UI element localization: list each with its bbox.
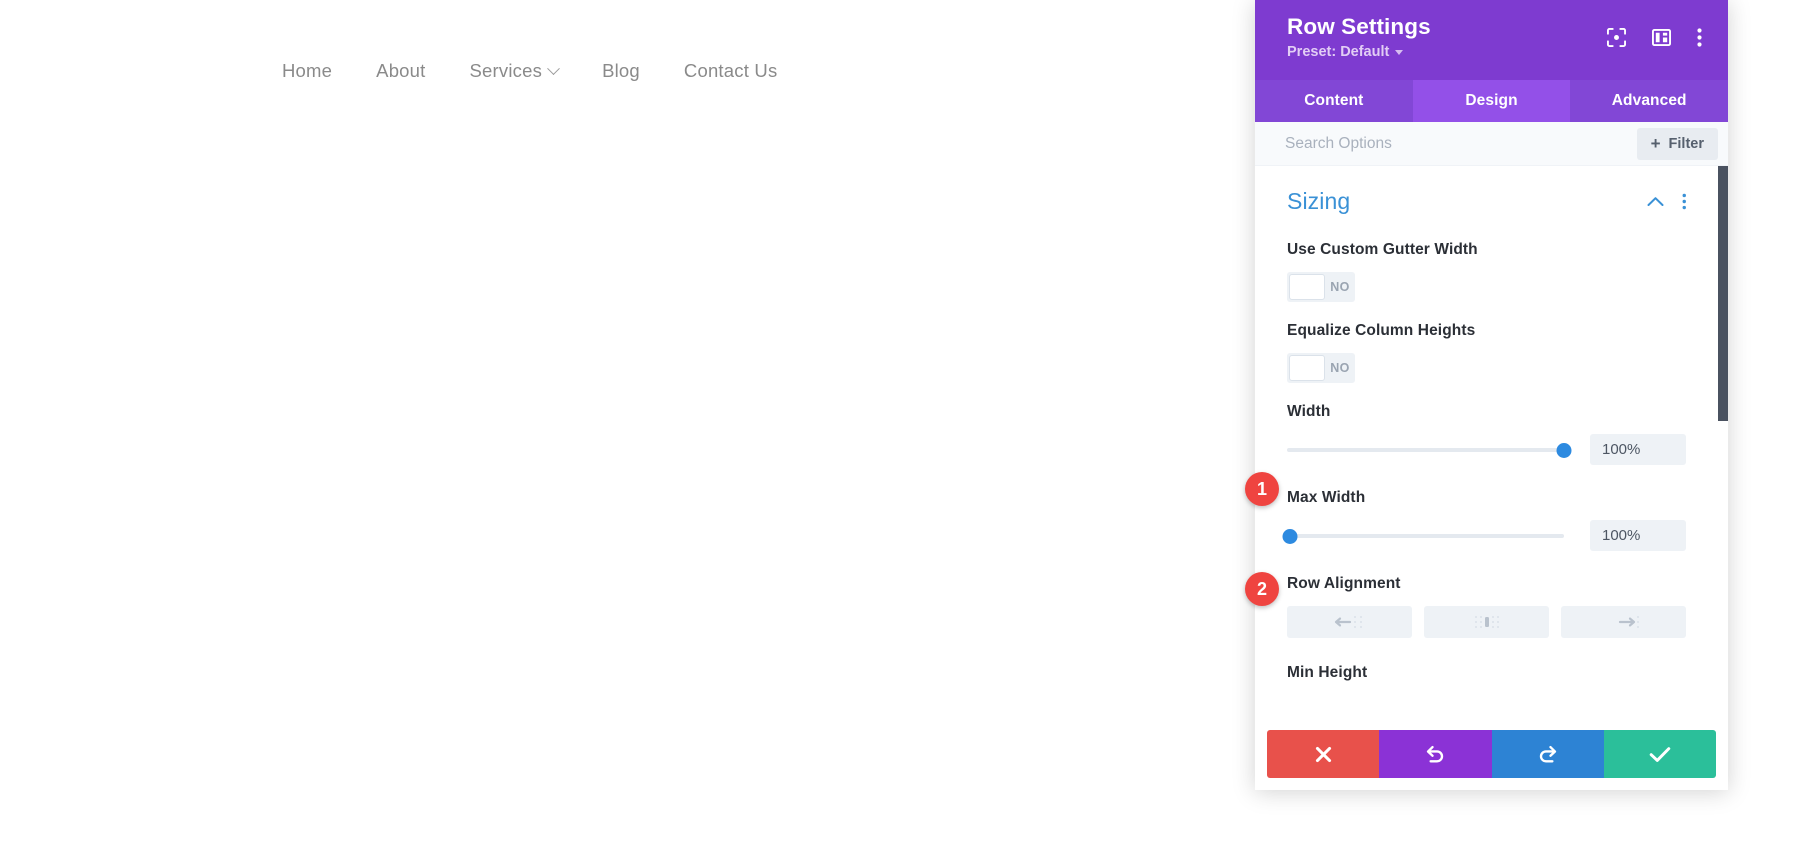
scrollbar-thumb[interactable]	[1718, 166, 1728, 421]
modal-header-actions	[1607, 28, 1702, 47]
options-scrollbar[interactable]	[1718, 166, 1728, 730]
max-width-value-input[interactable]: 100%	[1590, 520, 1686, 551]
cancel-button[interactable]	[1267, 730, 1380, 778]
chevron-down-icon	[547, 61, 560, 75]
undo-arrow-icon	[1425, 744, 1445, 764]
save-button[interactable]	[1603, 730, 1716, 778]
align-right-button[interactable]	[1561, 606, 1686, 638]
search-input[interactable]	[1285, 134, 1637, 153]
nav-item-label: Home	[282, 60, 333, 81]
plus-icon: +	[1650, 133, 1661, 153]
nav-item-contact-us[interactable]: Contact Us	[662, 60, 800, 82]
toggle-knob	[1289, 355, 1325, 381]
modal-header-titles: Row Settings Preset: Default	[1287, 12, 1431, 60]
field-use-custom-gutter-width: Use Custom Gutter Width NO	[1287, 241, 1686, 302]
slider-track	[1287, 533, 1564, 538]
width-slider[interactable]	[1287, 439, 1572, 461]
redo-button[interactable]	[1491, 730, 1604, 778]
nav-item-blog[interactable]: Blog	[580, 60, 662, 82]
section-sizing-header: Sizing	[1287, 188, 1686, 215]
layout-panel-icon[interactable]	[1652, 28, 1671, 47]
field-min-height: Min Height	[1287, 664, 1686, 682]
modal-tabs: Content Design Advanced	[1255, 80, 1728, 122]
options-scroll-area: Sizing Use Custom Gutter Width NO Equali…	[1255, 166, 1728, 730]
max-width-slider[interactable]	[1282, 525, 1564, 547]
toggle-equalize-column-heights[interactable]: NO	[1287, 353, 1355, 383]
modal-action-bar	[1267, 730, 1716, 778]
row-alignment-group	[1287, 606, 1686, 638]
checkmark-icon	[1649, 746, 1671, 763]
width-value-input[interactable]: 100%	[1590, 434, 1686, 465]
toggle-value: NO	[1330, 361, 1350, 375]
more-vertical-icon[interactable]	[1697, 28, 1702, 47]
slider-thumb[interactable]	[1282, 528, 1298, 544]
nav-item-label: Contact Us	[683, 60, 778, 81]
field-label: Max Width	[1287, 489, 1366, 506]
max-width-control-row: 100%	[1282, 520, 1686, 551]
chevron-down-icon	[1395, 49, 1404, 55]
nav-item-home[interactable]: Home	[282, 60, 354, 82]
field-label: Row Alignment	[1287, 575, 1401, 592]
redo-arrow-icon	[1538, 744, 1558, 764]
page-title: Row Settings	[1287, 14, 1431, 39]
slider-track	[1287, 447, 1564, 452]
site-primary-nav: Home About Services Blog Contact Us	[282, 60, 799, 82]
focus-target-icon[interactable]	[1607, 28, 1626, 47]
modal-header: Row Settings Preset: Default	[1255, 0, 1728, 80]
filter-button-label: Filter	[1668, 135, 1704, 152]
screen-root: Home About Services Blog Contact Us Row …	[0, 0, 1800, 844]
filter-button[interactable]: + Filter	[1636, 127, 1718, 160]
nav-item-label: Blog	[602, 60, 640, 81]
field-max-width: Max Width 100%	[1282, 489, 1686, 551]
nav-item-label: Services	[469, 60, 543, 81]
step-badge-1: 1	[1245, 472, 1279, 506]
align-left-button[interactable]	[1287, 606, 1412, 638]
toggle-use-custom-gutter-width[interactable]: NO	[1287, 272, 1355, 302]
options-list: Sizing Use Custom Gutter Width NO Equali…	[1255, 166, 1728, 702]
field-label: Width	[1287, 403, 1331, 420]
field-width: Width 100%	[1287, 403, 1686, 465]
close-x-icon	[1315, 746, 1332, 763]
nav-item-about[interactable]: About	[354, 60, 447, 82]
section-tools	[1647, 193, 1687, 210]
align-center-button[interactable]	[1424, 606, 1549, 638]
toggle-value: NO	[1330, 280, 1350, 294]
tab-design[interactable]: Design	[1412, 80, 1571, 122]
field-label: Min Height	[1287, 664, 1368, 681]
tab-advanced[interactable]: Advanced	[1570, 80, 1728, 122]
tab-content[interactable]: Content	[1255, 80, 1413, 122]
toggle-knob	[1289, 274, 1325, 300]
search-options-row: + Filter	[1255, 122, 1728, 166]
field-label: Use Custom Gutter Width	[1287, 241, 1478, 258]
nav-item-label: About	[376, 60, 426, 81]
website-preview-canvas: Home About Services Blog Contact Us	[0, 0, 1255, 844]
nav-item-services[interactable]: Services	[448, 60, 581, 82]
section-title: Sizing	[1287, 188, 1351, 214]
field-label: Equalize Column Heights	[1287, 322, 1476, 339]
width-control-row: 100%	[1287, 434, 1686, 465]
slider-thumb[interactable]	[1556, 442, 1572, 458]
step-badge-2: 2	[1245, 572, 1279, 606]
preset-selector[interactable]: Preset: Default	[1287, 44, 1431, 60]
field-equalize-column-heights: Equalize Column Heights NO	[1287, 322, 1686, 383]
row-settings-modal: Row Settings Preset: Default Content Des…	[1255, 0, 1728, 790]
field-row-alignment: Row Alignment	[1287, 575, 1686, 638]
chevron-up-icon[interactable]	[1647, 196, 1664, 207]
more-vertical-icon[interactable]	[1682, 193, 1687, 210]
undo-button[interactable]	[1379, 730, 1492, 778]
preset-label: Preset: Default	[1287, 44, 1390, 60]
